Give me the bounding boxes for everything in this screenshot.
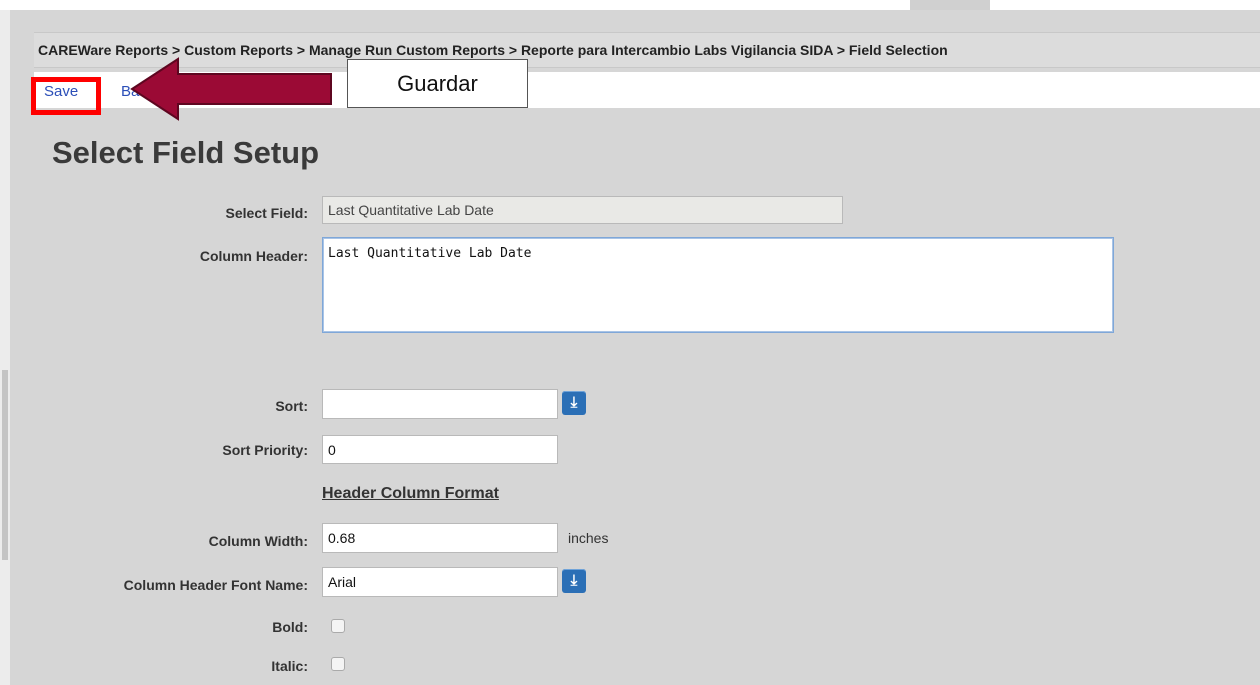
callout-label: Guardar — [347, 59, 528, 108]
column-width-input[interactable] — [322, 523, 558, 553]
pointer-arrow-icon — [130, 57, 332, 121]
save-highlight-box — [31, 77, 101, 115]
font-name-select[interactable] — [322, 567, 558, 597]
font-name-label: Column Header Font Name: — [123, 577, 308, 593]
select-field-label: Select Field: — [225, 205, 308, 221]
sort-select[interactable] — [322, 389, 558, 419]
bold-checkbox[interactable] — [331, 619, 345, 633]
column-width-label: Column Width: — [208, 533, 308, 549]
tab-marker — [910, 0, 990, 10]
sort-priority-label: Sort Priority: — [222, 442, 308, 458]
sort-priority-input[interactable] — [322, 435, 558, 464]
browser-top-strip — [0, 0, 1260, 10]
column-header-label: Column Header: — [199, 248, 308, 264]
column-width-unit: inches — [568, 530, 609, 546]
italic-label: Italic: — [271, 658, 308, 674]
column-header-textarea[interactable]: Last Quantitative Lab Date — [322, 237, 1114, 333]
left-edge-panel — [0, 10, 10, 685]
page-title: Select Field Setup — [52, 135, 320, 170]
bold-label: Bold: — [272, 619, 308, 635]
download-arrow-icon: ⤓ — [570, 394, 578, 411]
sort-dropdown-button[interactable]: ⤓ — [562, 391, 586, 415]
italic-checkbox[interactable] — [331, 657, 345, 671]
scroll-handle[interactable] — [2, 370, 8, 560]
font-name-dropdown-button[interactable]: ⤓ — [562, 569, 586, 593]
select-field-input[interactable] — [322, 196, 843, 224]
sort-label: Sort: — [275, 398, 308, 414]
download-arrow-icon: ⤓ — [570, 572, 578, 589]
header-column-format-heading: Header Column Format — [322, 485, 499, 502]
